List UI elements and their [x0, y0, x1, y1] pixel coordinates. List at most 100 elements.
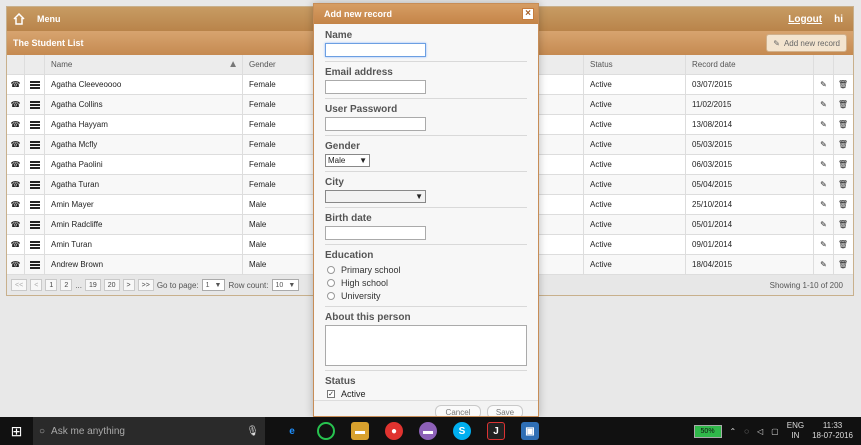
- save-button[interactable]: Save: [487, 405, 523, 416]
- language-indicator[interactable]: ENG IN: [787, 421, 804, 441]
- radio-icon[interactable]: [327, 265, 335, 274]
- trash-icon[interactable]: 🗑: [834, 135, 852, 154]
- list-icon[interactable]: [25, 75, 45, 94]
- checkmark-icon[interactable]: ✓: [327, 390, 335, 398]
- windows-icon[interactable]: ⊞: [0, 423, 33, 440]
- list-icon[interactable]: [25, 155, 45, 174]
- gender-select[interactable]: Male ▼: [325, 154, 370, 167]
- page-20-button[interactable]: 20: [103, 279, 120, 291]
- chrome-icon[interactable]: ●: [385, 422, 403, 440]
- message-icon[interactable]: ▢: [771, 427, 779, 436]
- list-lines-icon: [29, 200, 40, 209]
- list-icon[interactable]: [25, 95, 45, 114]
- edit-icon[interactable]: ✎: [814, 195, 834, 214]
- volume-icon[interactable]: ◁: [757, 427, 763, 436]
- phone-icon[interactable]: ☎: [7, 195, 25, 214]
- radio-icon[interactable]: [327, 291, 335, 300]
- page-2-button[interactable]: 2: [60, 279, 73, 291]
- logout-link[interactable]: Logout: [788, 14, 822, 25]
- edit-icon[interactable]: ✎: [814, 115, 834, 134]
- phone-icon[interactable]: ☎: [7, 115, 25, 134]
- birth-date-input[interactable]: [325, 226, 426, 240]
- edit-icon[interactable]: ✎: [814, 155, 834, 174]
- row-count-select[interactable]: 10 ▼: [271, 279, 300, 291]
- name-column-header[interactable]: Name ▲: [45, 55, 243, 74]
- last-page-button[interactable]: >>: [137, 279, 154, 291]
- home-icon[interactable]: [13, 13, 25, 25]
- trash-icon[interactable]: 🗑: [834, 95, 852, 114]
- name-input[interactable]: [325, 43, 426, 57]
- status-column-header[interactable]: Status: [584, 55, 686, 74]
- battery-indicator[interactable]: 50%: [693, 424, 722, 438]
- phone-icon[interactable]: ☎: [7, 155, 25, 174]
- radio-icon[interactable]: [327, 278, 335, 287]
- cancel-button[interactable]: Cancel: [435, 405, 481, 416]
- phone-icon[interactable]: ☎: [7, 255, 25, 274]
- trash-icon[interactable]: 🗑: [834, 235, 852, 254]
- search-icon: ○: [39, 425, 46, 437]
- student-name: Agatha Collins: [45, 95, 243, 114]
- trash-icon[interactable]: 🗑: [834, 215, 852, 234]
- skype-icon[interactable]: S: [453, 422, 471, 440]
- edit-icon[interactable]: ✎: [814, 135, 834, 154]
- edge-icon[interactable]: e: [283, 422, 301, 440]
- page-1-button[interactable]: 1: [45, 279, 58, 291]
- trash-icon[interactable]: 🗑: [834, 75, 852, 94]
- edit-icon[interactable]: ✎: [814, 75, 834, 94]
- go-to-page-select[interactable]: 1 ▼: [201, 279, 226, 291]
- window-app-icon[interactable]: ▣: [521, 422, 539, 440]
- taskbar-search[interactable]: ○ Ask me anything 🎙: [33, 417, 265, 445]
- trash-icon[interactable]: 🗑: [834, 255, 852, 274]
- menu-label[interactable]: Menu: [37, 14, 61, 24]
- password-input[interactable]: [325, 117, 426, 131]
- folder-icon[interactable]: ▬: [351, 422, 369, 440]
- primary-school-radio[interactable]: Primary school: [325, 263, 527, 276]
- list-icon[interactable]: [25, 175, 45, 194]
- edit-icon[interactable]: ✎: [814, 175, 834, 194]
- previous-page-button[interactable]: <: [30, 279, 43, 291]
- active-checkbox-row[interactable]: ✓ Active: [325, 389, 527, 399]
- edit-icon[interactable]: ✎: [814, 95, 834, 114]
- language-primary: ENG: [786, 421, 805, 430]
- list-icon[interactable]: [25, 135, 45, 154]
- trash-icon[interactable]: 🗑: [834, 195, 852, 214]
- phone-icon[interactable]: ☎: [7, 215, 25, 234]
- high-school-radio[interactable]: High school: [325, 276, 527, 289]
- about-textarea[interactable]: [325, 325, 527, 366]
- next-page-button[interactable]: >: [122, 279, 135, 291]
- page-19-button[interactable]: 19: [84, 279, 101, 291]
- chevron-up-icon[interactable]: ⌃: [730, 427, 737, 436]
- app-icon[interactable]: [317, 422, 335, 440]
- clock[interactable]: 11:33 18-07-2016: [812, 421, 853, 441]
- edit-icon[interactable]: ✎: [814, 215, 834, 234]
- gender-column-header[interactable]: Gender: [243, 55, 319, 74]
- edit-icon[interactable]: ✎: [814, 235, 834, 254]
- university-radio[interactable]: University: [325, 289, 527, 302]
- email-input[interactable]: [325, 80, 426, 94]
- list-icon[interactable]: [25, 115, 45, 134]
- phone-icon[interactable]: ☎: [7, 135, 25, 154]
- phone-icon[interactable]: ☎: [7, 175, 25, 194]
- list-icon[interactable]: [25, 215, 45, 234]
- trash-icon[interactable]: 🗑: [834, 155, 852, 174]
- network-icon[interactable]: ◌: [744, 427, 749, 436]
- phone-icon[interactable]: ☎: [7, 95, 25, 114]
- list-icon[interactable]: [25, 255, 45, 274]
- sort-icon[interactable]: ▲: [228, 59, 238, 70]
- microphone-icon[interactable]: 🎙: [246, 426, 259, 437]
- media-icon[interactable]: ▬: [419, 422, 437, 440]
- phone-icon[interactable]: ☎: [7, 75, 25, 94]
- first-page-button[interactable]: <<: [11, 279, 28, 291]
- add-record-button[interactable]: ✎ Add new record: [766, 34, 847, 52]
- record-date-column-header[interactable]: Record date: [686, 55, 814, 74]
- phone-icon[interactable]: ☎: [7, 235, 25, 254]
- list-icon[interactable]: [25, 235, 45, 254]
- list-icon[interactable]: [25, 195, 45, 214]
- student-status: Active: [584, 135, 686, 154]
- trash-icon[interactable]: 🗑: [834, 115, 852, 134]
- edit-icon[interactable]: ✎: [814, 255, 834, 274]
- close-icon[interactable]: ×: [522, 8, 534, 20]
- city-select[interactable]: ▼: [325, 190, 426, 203]
- ide-icon[interactable]: J: [487, 422, 505, 440]
- trash-icon[interactable]: 🗑: [834, 175, 852, 194]
